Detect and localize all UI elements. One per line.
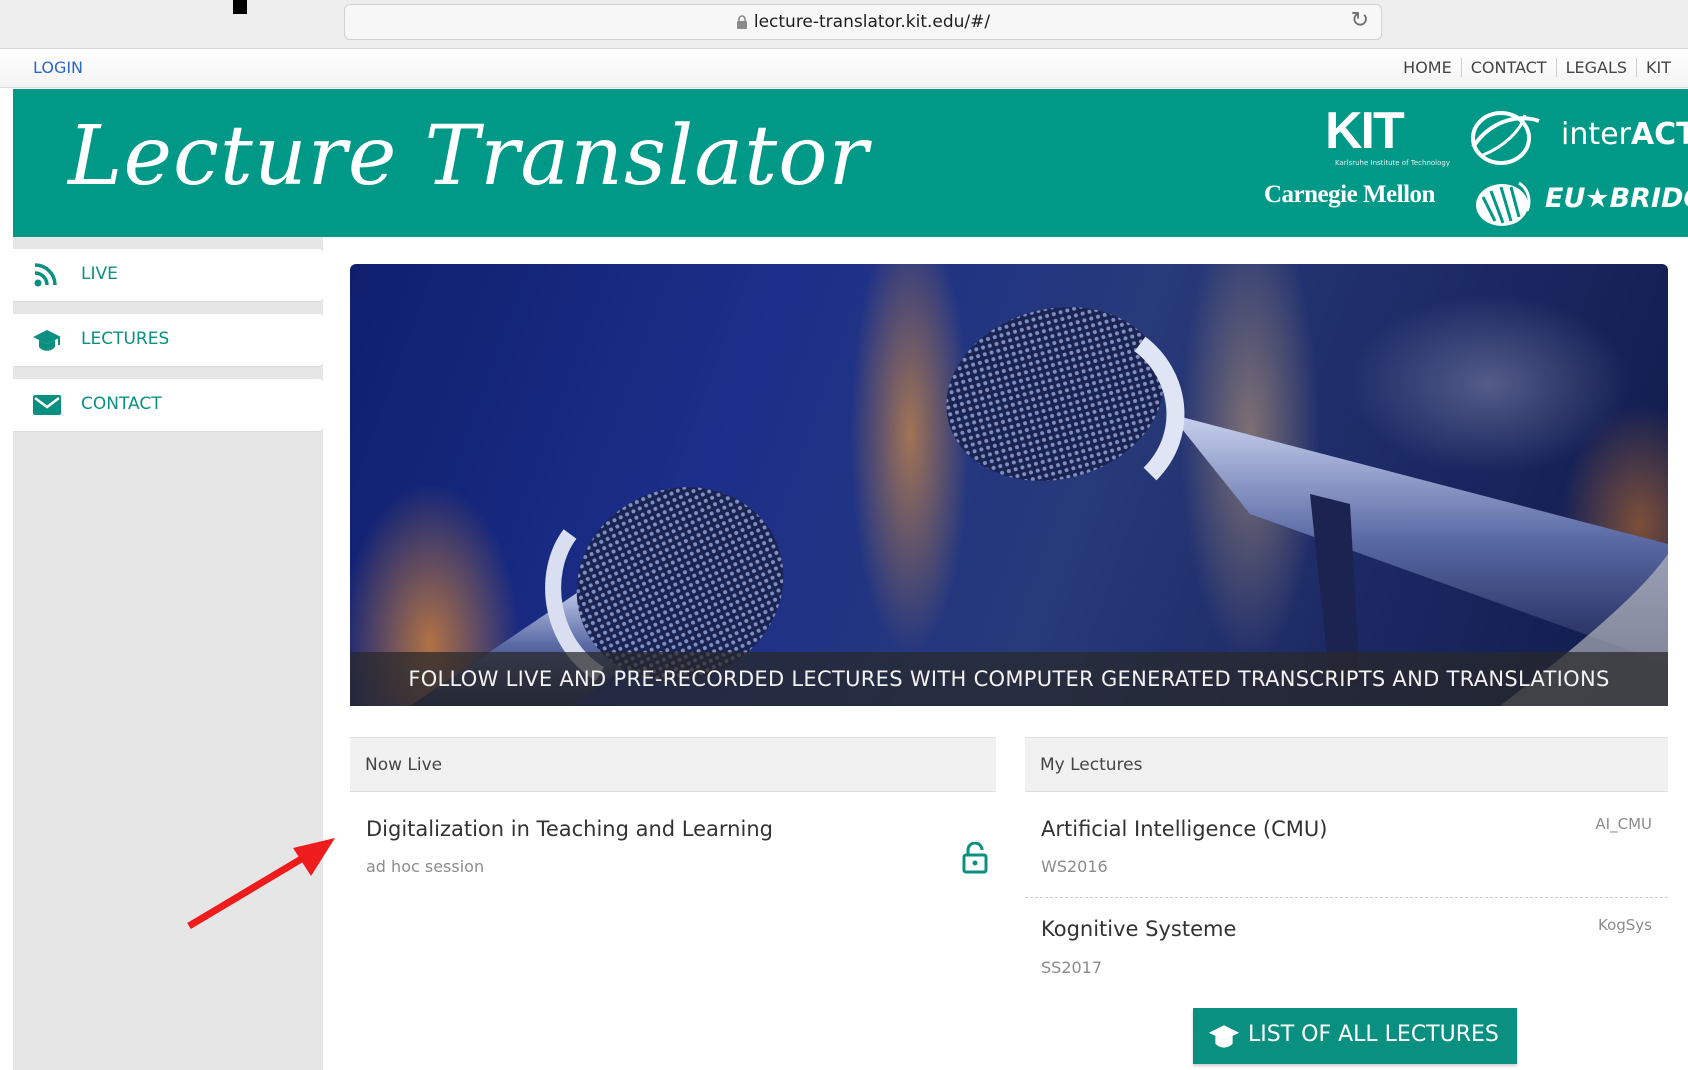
- sidebar-item-label: LIVE: [81, 264, 118, 284]
- now-live-header: Now Live: [350, 737, 996, 792]
- lecture-title[interactable]: Artificial Intelligence (CMU): [1041, 817, 1327, 841]
- interact-logo-text: inter: [1561, 117, 1631, 152]
- nav-link-home[interactable]: HOME: [1394, 58, 1461, 77]
- window-edge-fragment: [233, 0, 247, 14]
- sidebar-item-contact[interactable]: CONTACT: [13, 379, 323, 431]
- list-divider: [1025, 897, 1668, 898]
- login-link[interactable]: LOGIN: [33, 58, 83, 77]
- list-all-lectures-button[interactable]: LIST OF ALL LECTURES: [1193, 1008, 1517, 1064]
- now-live-subtitle: ad hoc session: [366, 857, 485, 876]
- graduation-cap-icon: [1208, 1025, 1240, 1048]
- browser-toolbar: lecture-translator.kit.edu/#/ ↻: [0, 0, 1688, 49]
- hero-caption: FOLLOW LIVE AND PRE-RECORDED LECTURES WI…: [350, 652, 1668, 706]
- hero-banner: FOLLOW LIVE AND PRE-RECORDED LECTURES WI…: [350, 264, 1668, 706]
- graduation-cap-icon: [33, 330, 61, 351]
- eubridge-logo[interactable]: EU★BRIDGE: [1545, 183, 1688, 214]
- address-bar[interactable]: lecture-translator.kit.edu/#/ ↻: [344, 4, 1382, 40]
- nav-link-legals[interactable]: LEGALS: [1555, 58, 1637, 77]
- sidebar-item-label: LECTURES: [81, 329, 170, 349]
- eubridge-ball-icon: [1476, 181, 1531, 226]
- sidebar-item-live[interactable]: LIVE: [13, 249, 323, 301]
- envelope-icon: [33, 395, 61, 415]
- top-navigation: LOGIN HOME CONTACT LEGALS KIT: [0, 49, 1688, 88]
- my-lectures-header: My Lectures: [1025, 737, 1668, 792]
- microphones-image: [410, 307, 1668, 706]
- nav-link-kit[interactable]: KIT: [1636, 58, 1680, 77]
- cmu-logo[interactable]: Carnegie Mellon: [1264, 181, 1435, 209]
- sidebar-item-lectures[interactable]: LECTURES: [13, 314, 323, 366]
- lecture-code: KogSys: [1597, 916, 1652, 934]
- lecture-title[interactable]: Kognitive Systeme: [1041, 917, 1236, 941]
- lecture-semester: WS2016: [1041, 857, 1108, 876]
- site-header: Lecture Translator KIT Karlsruhe Institu…: [13, 89, 1688, 237]
- reload-icon[interactable]: ↻: [1351, 8, 1369, 33]
- kit-logo[interactable]: KIT: [1325, 101, 1405, 161]
- top-links: HOME CONTACT LEGALS KIT: [1394, 58, 1680, 77]
- site-title[interactable]: Lecture Translator: [68, 109, 869, 204]
- lock-icon: [736, 15, 747, 29]
- rss-icon: [34, 263, 57, 287]
- sidebar-item-label: CONTACT: [81, 394, 162, 414]
- kit-logo-subtitle: Karlsruhe Institute of Technology: [1335, 159, 1450, 167]
- main-content: FOLLOW LIVE AND PRE-RECORDED LECTURES WI…: [335, 249, 1688, 1070]
- list-all-lectures-label: LIST OF ALL LECTURES: [1248, 1022, 1499, 1047]
- interact-globe-icon: [1471, 111, 1540, 165]
- interact-logo[interactable]: interACT: [1561, 117, 1688, 152]
- annotation-arrow-icon: [187, 838, 335, 930]
- nav-link-contact[interactable]: CONTACT: [1460, 58, 1556, 77]
- url-text: lecture-translator.kit.edu/#/: [753, 12, 991, 32]
- lecture-code: AI_CMU: [1595, 815, 1652, 833]
- now-live-title[interactable]: Digitalization in Teaching and Learning: [366, 817, 773, 841]
- url-display[interactable]: lecture-translator.kit.edu/#/: [345, 12, 1381, 32]
- interact-logo-bold: ACT: [1630, 117, 1688, 152]
- unlock-icon[interactable]: [962, 842, 988, 874]
- lecture-semester: SS2017: [1041, 958, 1103, 977]
- sidebar: LIVE LECTURES CONTACT: [13, 237, 323, 1070]
